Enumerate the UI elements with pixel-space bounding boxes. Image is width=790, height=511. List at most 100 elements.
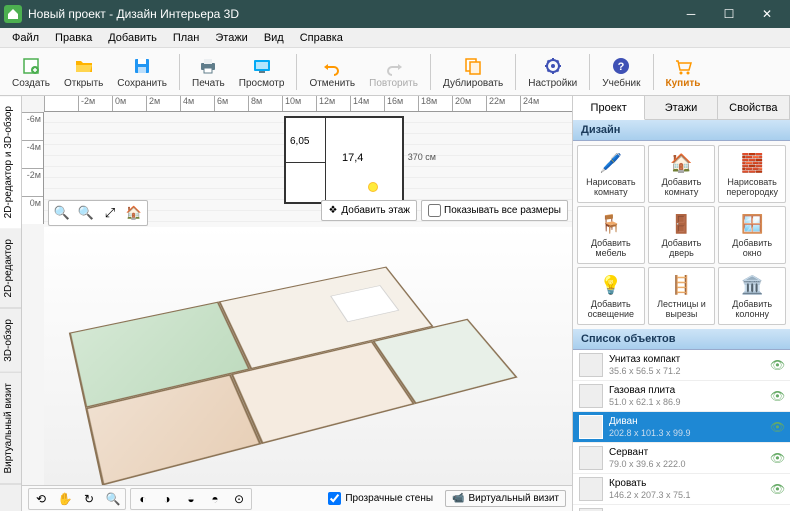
stairs-cutouts-tool[interactable]: 🪜Лестницы ивырезы bbox=[648, 267, 716, 325]
left-tab-1[interactable]: 2D-редактор bbox=[0, 229, 21, 309]
room-dimension: 370 см bbox=[408, 152, 436, 162]
create-button[interactable]: Создать bbox=[6, 53, 56, 91]
right-tab-Этажи[interactable]: Этажи bbox=[645, 96, 717, 119]
bottom-toolbar: ⟲ ✋ ↻ 🔍 ◐ ◑ ◒ ◓ ⊙ Прозрачные стены 📹 Вир… bbox=[22, 485, 572, 511]
view-360-button[interactable]: ⟲ bbox=[30, 490, 52, 508]
zoom-out-button[interactable]: 🔍 bbox=[51, 203, 73, 223]
add-floor-button[interactable]: ❖ Добавить этаж bbox=[321, 200, 417, 221]
undo-icon bbox=[321, 55, 343, 77]
tutorial-label: Учебник bbox=[602, 78, 640, 89]
room-area-2: 17,4 bbox=[342, 152, 363, 164]
view-top-button[interactable]: ◒ bbox=[180, 490, 202, 508]
duplicate-button[interactable]: Дублировать bbox=[437, 53, 509, 91]
svg-text:?: ? bbox=[618, 61, 625, 73]
object-list-header: Список объектов bbox=[573, 329, 790, 350]
settings-icon bbox=[542, 55, 564, 77]
draw-room-tool[interactable]: 🖊️Нарисоватькомнату bbox=[577, 145, 645, 203]
open-icon bbox=[73, 55, 95, 77]
floorplan[interactable]: 6,05 17,4 370 см bbox=[284, 116, 404, 204]
object-item-4[interactable]: Кровать146.2 x 207.3 x 75.1👁 bbox=[573, 474, 790, 505]
menu-добавить[interactable]: Добавить bbox=[100, 30, 165, 46]
visibility-toggle-icon[interactable]: 👁 bbox=[770, 451, 784, 465]
save-button[interactable]: Сохранить bbox=[111, 53, 173, 91]
tutorial-button[interactable]: ? Учебник bbox=[596, 53, 646, 91]
object-thumb-icon bbox=[579, 446, 603, 470]
camera-position-icon[interactable] bbox=[368, 182, 378, 192]
zoom-toolbar: 🔍 🔍 ⤢ 🏠 bbox=[48, 200, 148, 226]
object-item-3[interactable]: Сервант79.0 x 39.6 x 222.0👁 bbox=[573, 443, 790, 474]
close-button[interactable]: ✕ bbox=[748, 0, 786, 28]
print-button[interactable]: Печать bbox=[186, 53, 231, 91]
view-side-button[interactable]: ◑ bbox=[156, 490, 178, 508]
add-window-icon: 🪟 bbox=[739, 211, 765, 237]
left-tab-3[interactable]: Виртуальный визит bbox=[0, 373, 21, 485]
menu-вид[interactable]: Вид bbox=[256, 30, 292, 46]
draw-partition-icon: 🧱 bbox=[739, 150, 765, 176]
view-front-button[interactable]: ◐ bbox=[132, 490, 154, 508]
home-button[interactable]: 🏠 bbox=[123, 203, 145, 223]
print-icon bbox=[197, 55, 219, 77]
add-door-icon: 🚪 bbox=[668, 211, 694, 237]
right-tab-Свойства[interactable]: Свойства bbox=[718, 96, 790, 119]
menu-справка[interactable]: Справка bbox=[292, 30, 351, 46]
canvas-main[interactable]: -2м0м2м4м6м8м10м12м14м16м18м20м22м24м -6… bbox=[22, 96, 572, 485]
left-tab-0[interactable]: 2D-редактор и 3D-обзор bbox=[0, 96, 21, 229]
left-vertical-tabs: 2D-редактор и 3D-обзор2D-редактор3D-обзо… bbox=[0, 96, 22, 511]
left-tab-2[interactable]: 3D-обзор bbox=[0, 309, 21, 373]
object-list[interactable]: Унитаз компакт35.6 x 56.5 x 71.2👁Газовая… bbox=[573, 350, 790, 511]
add-door-tool[interactable]: 🚪Добавитьдверь bbox=[648, 206, 716, 264]
ruler-vertical: -6м-4м-2м0м bbox=[22, 112, 44, 224]
add-column-icon: 🏛️ bbox=[739, 272, 765, 298]
right-tab-Проект[interactable]: Проект bbox=[573, 96, 645, 120]
object-item-0[interactable]: Унитаз компакт35.6 x 56.5 x 71.2👁 bbox=[573, 350, 790, 381]
object-item-1[interactable]: Газовая плита51.0 x 62.1 x 86.9👁 bbox=[573, 381, 790, 412]
zoom-fit-button[interactable]: ⤢ bbox=[99, 203, 121, 223]
add-furniture-tool[interactable]: 🪑Добавитьмебель bbox=[577, 206, 645, 264]
virtual-visit-button[interactable]: 📹 Виртуальный визит bbox=[445, 490, 566, 507]
maximize-button[interactable]: ☐ bbox=[710, 0, 748, 28]
settings-button[interactable]: Настройки bbox=[522, 53, 583, 91]
transparent-walls-toggle[interactable]: Прозрачные стены bbox=[328, 492, 433, 505]
menu-этажи[interactable]: Этажи bbox=[207, 30, 255, 46]
rotate-button[interactable]: ↻ bbox=[78, 490, 100, 508]
view-iso-button[interactable]: ◓ bbox=[204, 490, 226, 508]
menubar: ФайлПравкаДобавитьПланЭтажиВидСправка bbox=[0, 28, 790, 48]
preview-button[interactable]: Просмотр bbox=[233, 53, 291, 91]
open-button[interactable]: Открыть bbox=[58, 53, 109, 91]
visibility-toggle-icon[interactable]: 👁 bbox=[770, 389, 784, 403]
redo-icon bbox=[383, 55, 405, 77]
object-item-2[interactable]: Диван202.8 x 101.3 x 99.9👁 bbox=[573, 412, 790, 443]
add-window-tool[interactable]: 🪟Добавитьокно bbox=[718, 206, 786, 264]
pan-button[interactable]: ✋ bbox=[54, 490, 76, 508]
buy-button[interactable]: Купить bbox=[660, 53, 707, 91]
window-title: Новый проект - Дизайн Интерьера 3D bbox=[28, 7, 672, 21]
undo-button[interactable]: Отменить bbox=[303, 53, 361, 91]
zoom-3d-button[interactable]: 🔍 bbox=[102, 490, 124, 508]
menu-файл[interactable]: Файл bbox=[4, 30, 47, 46]
show-dimensions-toggle[interactable]: Показывать все размеры bbox=[421, 200, 568, 221]
visibility-toggle-icon[interactable]: 👁 bbox=[770, 358, 784, 372]
right-panel-tabs: ПроектЭтажиСвойства bbox=[573, 96, 790, 120]
visibility-toggle-icon[interactable]: 👁 bbox=[770, 420, 784, 434]
transparent-walls-checkbox[interactable] bbox=[328, 492, 341, 505]
buy-icon bbox=[672, 55, 694, 77]
add-room-tool[interactable]: 🏠Добавитькомнату bbox=[648, 145, 716, 203]
add-column-tool[interactable]: 🏛️Добавитьколонну bbox=[718, 267, 786, 325]
menu-план[interactable]: План bbox=[165, 30, 208, 46]
object-item-5[interactable]: Двойное окно👁 bbox=[573, 505, 790, 511]
redo-button: Повторить bbox=[363, 53, 424, 91]
draw-partition-tool[interactable]: 🧱Нарисоватьперегородку bbox=[718, 145, 786, 203]
undo-label: Отменить bbox=[309, 78, 355, 89]
redo-label: Повторить bbox=[369, 78, 418, 89]
view-reset-button[interactable]: ⊙ bbox=[228, 490, 250, 508]
add-lighting-tool[interactable]: 💡Добавитьосвещение bbox=[577, 267, 645, 325]
room-area-1: 6,05 bbox=[290, 136, 309, 147]
show-dims-checkbox[interactable] bbox=[428, 204, 441, 217]
view-3d[interactable] bbox=[44, 227, 572, 485]
add-room-icon: 🏠 bbox=[668, 150, 694, 176]
visibility-toggle-icon[interactable]: 👁 bbox=[770, 482, 784, 496]
menu-правка[interactable]: Правка bbox=[47, 30, 100, 46]
zoom-in-button[interactable]: 🔍 bbox=[75, 203, 97, 223]
object-thumb-icon bbox=[579, 353, 603, 377]
minimize-button[interactable]: ─ bbox=[672, 0, 710, 28]
